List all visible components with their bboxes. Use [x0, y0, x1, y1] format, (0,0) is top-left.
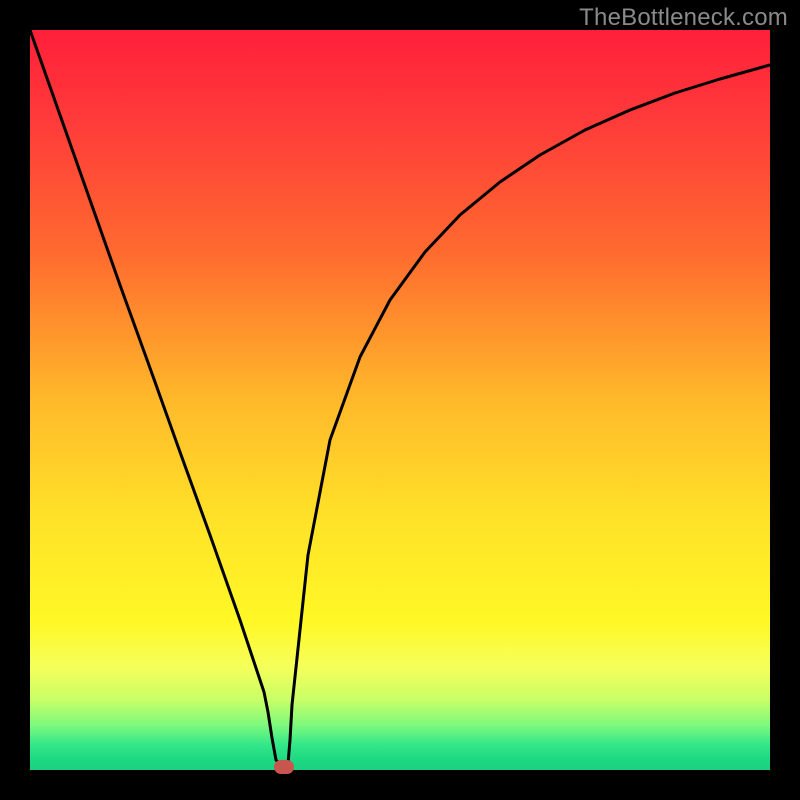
gradient-background: [30, 30, 770, 770]
plot-area: [30, 30, 770, 770]
chart-frame: TheBottleneck.com: [0, 0, 800, 800]
chart-svg: [30, 30, 770, 770]
watermark-label: TheBottleneck.com: [579, 4, 788, 32]
optimal-point-marker: [274, 760, 294, 774]
